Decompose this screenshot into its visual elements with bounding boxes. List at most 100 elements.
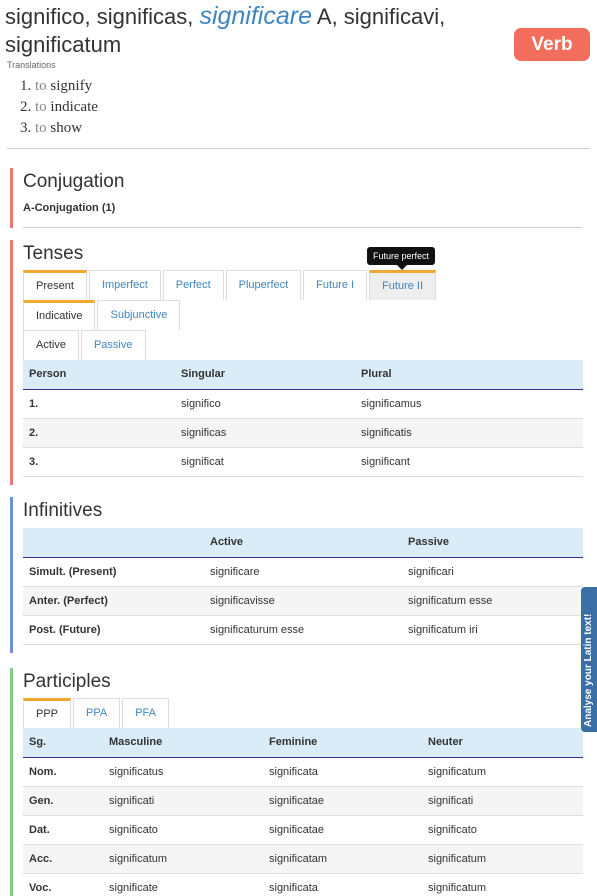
conjugation-section: Conjugation A-Conjugation (1) bbox=[10, 168, 582, 228]
participles-table: Sg. Masculine Feminine Neuter Nom. signi… bbox=[23, 728, 583, 896]
column-header: Neuter bbox=[422, 728, 583, 758]
table-cell: Gen. bbox=[23, 786, 103, 816]
table-cell: 3. bbox=[23, 447, 175, 477]
form-principal-3: A, significavi, bbox=[312, 4, 446, 29]
column-header: Sg. bbox=[23, 728, 103, 758]
column-header: Singular bbox=[175, 360, 355, 390]
table-cell: significamus bbox=[355, 389, 583, 419]
participles-title: Participles bbox=[23, 671, 111, 692]
column-header: Active bbox=[204, 528, 402, 558]
table-cell: significatum esse bbox=[402, 586, 583, 616]
table-row: Acc. significatum significatam significa… bbox=[23, 844, 583, 874]
table-row: Nom. significatus significata significat… bbox=[23, 757, 583, 787]
table-cell: significati bbox=[422, 786, 583, 816]
table-cell: significata bbox=[263, 757, 422, 787]
translation-item: 3. to show bbox=[20, 120, 83, 136]
tab-active[interactable]: Active bbox=[23, 330, 79, 360]
table-cell: 1. bbox=[23, 389, 175, 419]
table-cell: significo bbox=[175, 389, 355, 419]
infinitives-table: Active Passive Simult. (Present) signifi… bbox=[23, 528, 583, 645]
tooltip: Future perfect bbox=[367, 247, 436, 270]
form-principal-4: significatum bbox=[5, 32, 122, 57]
translations-list: 1. to signify 2. to indicate 3. to show bbox=[20, 76, 98, 139]
table-cell: significatum bbox=[103, 844, 263, 874]
column-header: Plural bbox=[355, 360, 583, 390]
table-cell: significatum bbox=[422, 844, 583, 874]
table-cell: significari bbox=[402, 557, 583, 587]
conjugation-title: Conjugation bbox=[23, 171, 125, 192]
table-cell: significatus bbox=[103, 757, 263, 787]
table-cell: significata bbox=[263, 873, 422, 896]
column-header: Masculine bbox=[103, 728, 263, 758]
divider bbox=[23, 227, 582, 228]
column-header bbox=[23, 528, 204, 558]
table-row: 2. significas significatis bbox=[23, 418, 583, 448]
table-cell: significatum bbox=[422, 757, 583, 787]
tab-present[interactable]: Present bbox=[23, 270, 87, 300]
table-cell: Anter. (Perfect) bbox=[23, 586, 204, 616]
translation-item: 2. to indicate bbox=[20, 99, 98, 115]
tense-tabs: Present Imperfect Perfect Pluperfect Fut… bbox=[23, 270, 582, 300]
table-row: Post. (Future) significaturum esse signi… bbox=[23, 615, 583, 645]
column-header: Person bbox=[23, 360, 175, 390]
table-cell: significatae bbox=[263, 815, 422, 845]
table-cell: significatae bbox=[263, 786, 422, 816]
tab-future-1[interactable]: Future I bbox=[303, 270, 368, 300]
table-cell: significatis bbox=[355, 418, 583, 448]
table-cell: significate bbox=[103, 873, 263, 896]
analyse-text-tab[interactable]: Analyse your Latin text! bbox=[581, 587, 597, 732]
table-cell: significare bbox=[204, 557, 402, 587]
table-cell: significas bbox=[175, 418, 355, 448]
tenses-table: Person Singular Plural 1. significo sign… bbox=[23, 360, 583, 477]
tenses-title: Tenses bbox=[23, 243, 84, 264]
table-cell: Dat. bbox=[23, 815, 103, 845]
table-row: Dat. significato significatae significat… bbox=[23, 815, 583, 845]
table-cell: Voc. bbox=[23, 873, 103, 896]
table-row: Anter. (Perfect) significavisse signific… bbox=[23, 586, 583, 616]
participles-section: Participles PPP PPA PFA Sg. Masculine Fe… bbox=[10, 668, 583, 896]
column-header: Feminine bbox=[263, 728, 422, 758]
tab-passive[interactable]: Passive bbox=[80, 330, 146, 360]
infinitives-section: Infinitives Active Passive Simult. (Pres… bbox=[10, 497, 583, 653]
table-cell: 2. bbox=[23, 418, 175, 448]
table-cell: significato bbox=[422, 815, 583, 845]
translations-label: Translations bbox=[7, 60, 56, 70]
table-header-row: Sg. Masculine Feminine Neuter bbox=[23, 728, 583, 758]
analyse-text-label: Analyse your Latin text! bbox=[583, 613, 594, 727]
table-cell: significant bbox=[355, 447, 583, 477]
table-cell: Simult. (Present) bbox=[23, 557, 204, 587]
pos-badge: Verb bbox=[514, 28, 590, 61]
table-row: 1. significo significamus bbox=[23, 389, 583, 419]
voice-tabs: Active Passive bbox=[23, 330, 582, 360]
infinitives-title: Infinitives bbox=[23, 500, 103, 521]
table-cell: significati bbox=[103, 786, 263, 816]
table-cell: significatum iri bbox=[402, 615, 583, 645]
table-cell: Nom. bbox=[23, 757, 103, 787]
headword: significo, significas, significare A, si… bbox=[5, 2, 505, 59]
table-cell: Post. (Future) bbox=[23, 615, 204, 645]
tab-ppa[interactable]: PPA bbox=[73, 698, 121, 728]
participle-tabs: PPP PPA PFA bbox=[23, 698, 582, 728]
table-row: Voc. significate significata significatu… bbox=[23, 873, 583, 896]
divider bbox=[7, 148, 590, 149]
tab-future-2[interactable]: Future II bbox=[369, 270, 437, 300]
tab-imperfect[interactable]: Imperfect bbox=[88, 270, 161, 300]
table-cell: significatam bbox=[263, 844, 422, 874]
table-header-row: Person Singular Plural bbox=[23, 360, 583, 390]
conjugation-value: A-Conjugation (1) bbox=[23, 202, 116, 214]
tab-ppp[interactable]: PPP bbox=[23, 698, 72, 728]
table-cell: significavisse bbox=[204, 586, 402, 616]
tab-perfect[interactable]: Perfect bbox=[162, 270, 224, 300]
form-principal-1: significo, significas, bbox=[5, 4, 194, 29]
form-infinitive: significare bbox=[199, 2, 312, 30]
table-row: Simult. (Present) significare significar… bbox=[23, 557, 583, 587]
tab-subjunctive[interactable]: Subjunctive bbox=[97, 300, 181, 330]
table-cell: Acc. bbox=[23, 844, 103, 874]
tab-pluperfect[interactable]: Pluperfect bbox=[225, 270, 302, 300]
tab-pfa[interactable]: PFA bbox=[122, 698, 170, 728]
column-header: Passive bbox=[402, 528, 583, 558]
table-cell: significaturum esse bbox=[204, 615, 402, 645]
table-cell: significatum bbox=[422, 873, 583, 896]
tab-indicative[interactable]: Indicative bbox=[23, 300, 96, 330]
table-header-row: Active Passive bbox=[23, 528, 583, 558]
